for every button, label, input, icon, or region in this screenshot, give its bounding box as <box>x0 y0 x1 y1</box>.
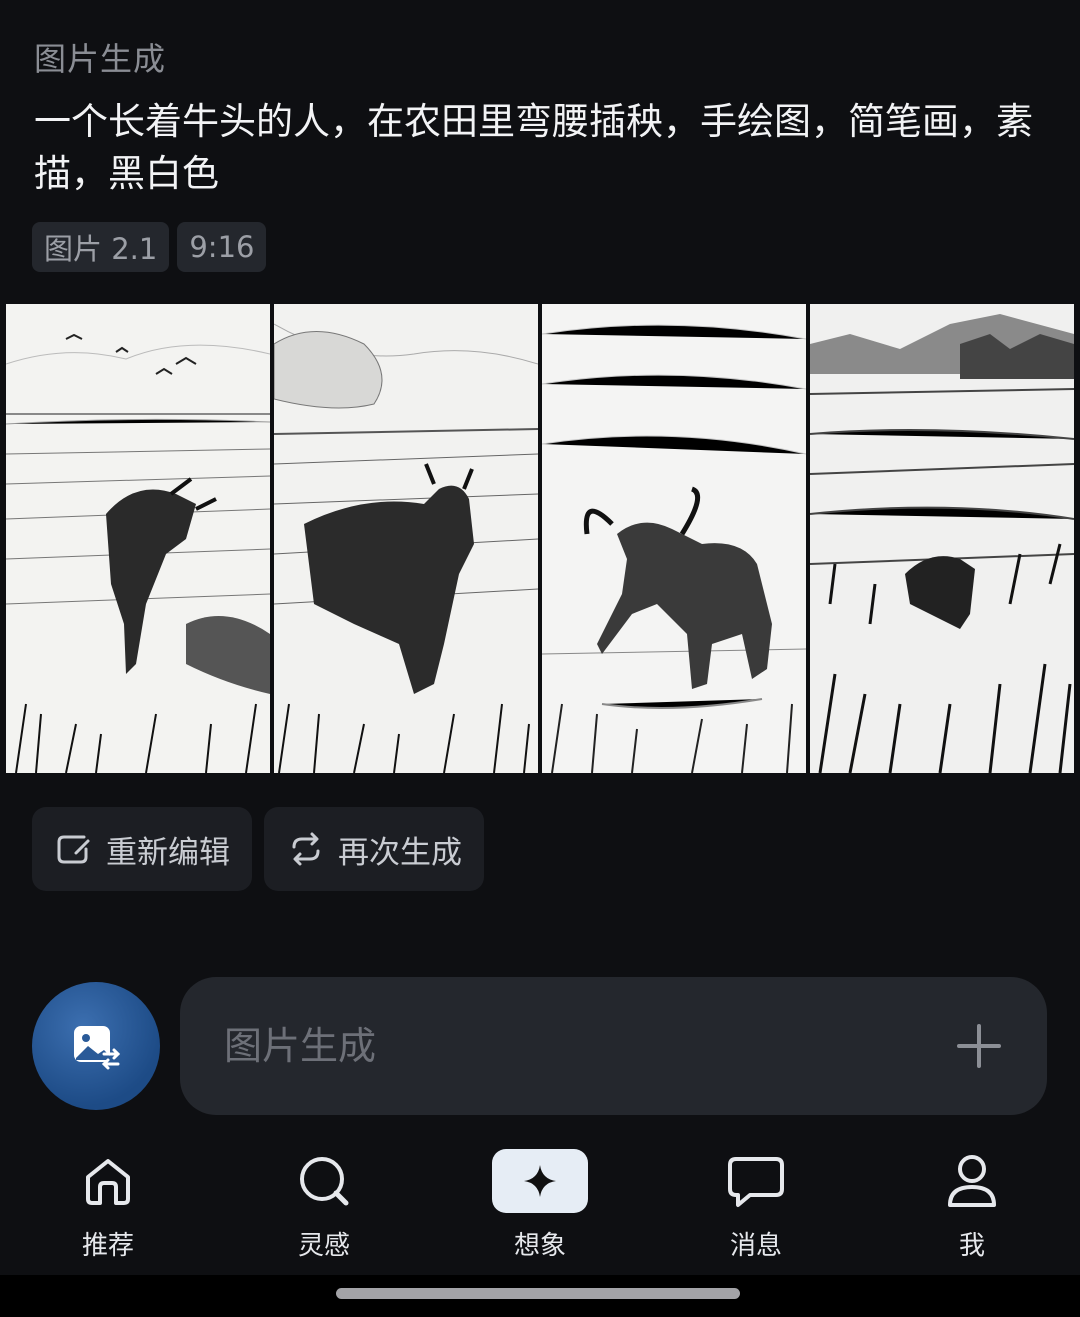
plus-icon[interactable] <box>955 1022 1003 1070</box>
prompt-text: 一个长着牛头的人，在农田里弯腰插秧，手绘图，简笔画，素描，黑白色 <box>34 100 1033 195</box>
bottom-tab-bar: 推荐 灵感 想象 消息 我 <box>0 1145 1080 1275</box>
generated-image-2[interactable] <box>274 304 538 773</box>
reedit-label: 重新编辑 <box>106 834 230 871</box>
tab-imagine-label: 想象 <box>513 1231 566 1261</box>
chat-icon <box>728 1157 784 1207</box>
model-tag: 图片 2.1 <box>32 222 170 272</box>
tab-me-label: 我 <box>958 1231 985 1261</box>
tab-home-label: 推荐 <box>81 1231 134 1261</box>
refresh-icon <box>292 832 320 866</box>
regenerate-label: 再次生成 <box>338 834 462 871</box>
sparkle-icon <box>524 1165 556 1197</box>
generated-image-3[interactable] <box>542 304 806 773</box>
search-icon <box>300 1157 349 1206</box>
reedit-button[interactable]: 重新编辑 <box>32 807 252 891</box>
regenerate-button[interactable]: 再次生成 <box>264 807 484 891</box>
edit-icon <box>57 835 90 864</box>
tab-messages-label: 消息 <box>729 1231 782 1261</box>
action-row: 重新编辑 再次生成 <box>32 807 484 891</box>
tab-messages[interactable]: 消息 <box>686 1145 826 1275</box>
tab-inspiration-label: 灵感 <box>297 1231 350 1261</box>
home-indicator[interactable] <box>336 1288 740 1299</box>
tab-home[interactable]: 推荐 <box>38 1145 178 1275</box>
image-gallery <box>6 304 1074 773</box>
tab-imagine[interactable]: 想象 <box>470 1145 610 1275</box>
tab-me[interactable]: 我 <box>902 1145 1042 1275</box>
image-generate-icon <box>74 1026 121 1070</box>
tag-list: 图片 2.1 9:16 <box>32 222 267 272</box>
prompt-input-bar[interactable]: 图片生成 <box>180 977 1047 1115</box>
prompt-input-placeholder[interactable]: 图片生成 <box>224 977 376 1115</box>
section-label: 图片生成 <box>34 40 167 78</box>
image-mode-button[interactable] <box>32 982 160 1110</box>
generated-image-4[interactable] <box>810 304 1074 773</box>
generated-image-1[interactable] <box>6 304 270 773</box>
ratio-tag: 9:16 <box>177 222 267 272</box>
home-icon <box>86 1159 130 1205</box>
user-icon <box>948 1155 996 1207</box>
tab-inspiration[interactable]: 灵感 <box>254 1145 394 1275</box>
